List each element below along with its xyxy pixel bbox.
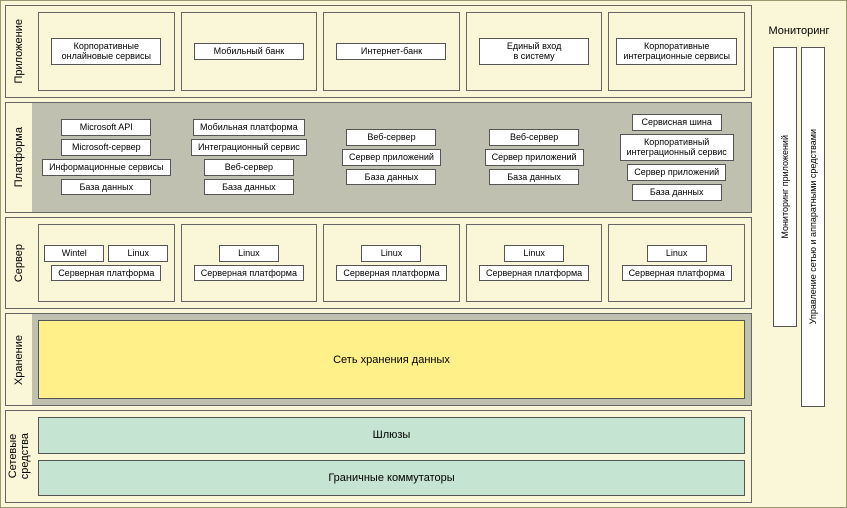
plat-col-0: Microsoft API Microsoft-сервер Информаци…	[38, 109, 175, 206]
chip: Серверная платформа	[51, 265, 161, 282]
row-label-network: Сетевые средства	[6, 411, 32, 502]
monitoring-title: Мониторинг	[768, 5, 829, 47]
chip: Linux	[647, 245, 707, 262]
chip: Серверная платформа	[622, 265, 732, 282]
chip: База данных	[204, 179, 294, 196]
chip: Microsoft-сервер	[61, 139, 151, 156]
chip: Linux	[504, 245, 564, 262]
chip: Веб-сервер	[204, 159, 294, 176]
row-label-application: Приложение	[6, 6, 32, 97]
chip: Корпоративные интеграционные сервисы	[616, 38, 737, 66]
chip: Linux	[108, 245, 168, 262]
chip: Linux	[361, 245, 421, 262]
row-storage: Хранение Сеть хранения данных	[5, 313, 752, 406]
chip: Microsoft API	[61, 119, 151, 136]
plat-col-3: Веб-сервер Сервер приложений База данных	[466, 109, 603, 206]
chip: Интернет-банк	[336, 43, 446, 60]
plat-col-2: Веб-сервер Сервер приложений База данных	[323, 109, 460, 206]
row-application: Приложение Корпоративные онлайновые серв…	[5, 5, 752, 98]
chip: База данных	[346, 169, 436, 186]
row-body-platform: Microsoft API Microsoft-сервер Информаци…	[32, 103, 751, 212]
monitoring-bar-infra: Управление сетью и аппаратными средствам…	[801, 47, 825, 407]
row-network: Сетевые средства Шлюзы Граничные коммута…	[5, 410, 752, 503]
chip: Мобильный банк	[194, 43, 304, 60]
chip: Сервер приложений	[485, 149, 584, 166]
app-col-1: Мобильный банк	[181, 12, 318, 91]
chip: Linux	[219, 245, 279, 262]
chip: База данных	[632, 184, 722, 201]
row-body-application: Корпоративные онлайновые сервисы Мобильн…	[32, 6, 751, 97]
app-col-0: Корпоративные онлайновые сервисы	[38, 12, 175, 91]
row-label-platform: Платформа	[6, 103, 32, 212]
plat-col-4: Сервисная шина Корпоративный интеграцион…	[608, 109, 745, 206]
monitoring-bars: Мониторинг приложений Управление сетью и…	[756, 47, 842, 503]
chip: Веб-сервер	[489, 129, 579, 146]
srv-col-2: Linux Серверная платформа	[323, 224, 460, 303]
row-body-storage: Сеть хранения данных	[32, 314, 751, 405]
chip: Интеграционный сервис	[191, 139, 307, 156]
chip: Серверная платформа	[194, 265, 304, 282]
network-bar-edge-switches: Граничные коммутаторы	[38, 460, 745, 496]
chip: Информационные сервисы	[42, 159, 170, 176]
chip: Серверная платформа	[336, 265, 446, 282]
chip: Мобильная платформа	[193, 119, 305, 136]
row-body-server: Wintel Linux Серверная платформа Linux С…	[32, 218, 751, 309]
chip: Сервер приложений	[627, 164, 726, 181]
chip: Серверная платформа	[479, 265, 589, 282]
srv-col-1: Linux Серверная платформа	[181, 224, 318, 303]
os-row: Wintel Linux	[44, 245, 168, 262]
chip: Единый вход в систему	[479, 38, 589, 66]
chip: Корпоративный интеграционный сервис	[620, 134, 734, 162]
srv-col-0: Wintel Linux Серверная платформа	[38, 224, 175, 303]
app-col-4: Корпоративные интеграционные сервисы	[608, 12, 745, 91]
network-bar-gateways: Шлюзы	[38, 417, 745, 453]
srv-col-3: Linux Серверная платформа	[466, 224, 603, 303]
plat-col-1: Мобильная платформа Интеграционный серви…	[181, 109, 318, 206]
monitoring-panel: Мониторинг Мониторинг приложений Управле…	[756, 5, 842, 503]
row-label-storage: Хранение	[6, 314, 32, 405]
row-body-network: Шлюзы Граничные коммутаторы	[32, 411, 751, 502]
monitoring-bar-apps: Мониторинг приложений	[773, 47, 797, 327]
chip: Веб-сервер	[346, 129, 436, 146]
chip: База данных	[61, 179, 151, 196]
main-grid: Приложение Корпоративные онлайновые серв…	[5, 5, 752, 503]
chip: База данных	[489, 169, 579, 186]
chip: Сервисная шина	[632, 114, 722, 131]
srv-col-4: Linux Серверная платформа	[608, 224, 745, 303]
architecture-diagram: Приложение Корпоративные онлайновые серв…	[0, 0, 847, 508]
chip: Сервер приложений	[342, 149, 441, 166]
row-platform: Платформа Microsoft API Microsoft-сервер…	[5, 102, 752, 213]
app-col-3: Единый вход в систему	[466, 12, 603, 91]
app-col-2: Интернет-банк	[323, 12, 460, 91]
row-label-server: Сервер	[6, 218, 32, 309]
chip: Корпоративные онлайновые сервисы	[51, 38, 161, 66]
row-server: Сервер Wintel Linux Серверная платформа …	[5, 217, 752, 310]
storage-bar: Сеть хранения данных	[38, 320, 745, 399]
chip: Wintel	[44, 245, 104, 262]
